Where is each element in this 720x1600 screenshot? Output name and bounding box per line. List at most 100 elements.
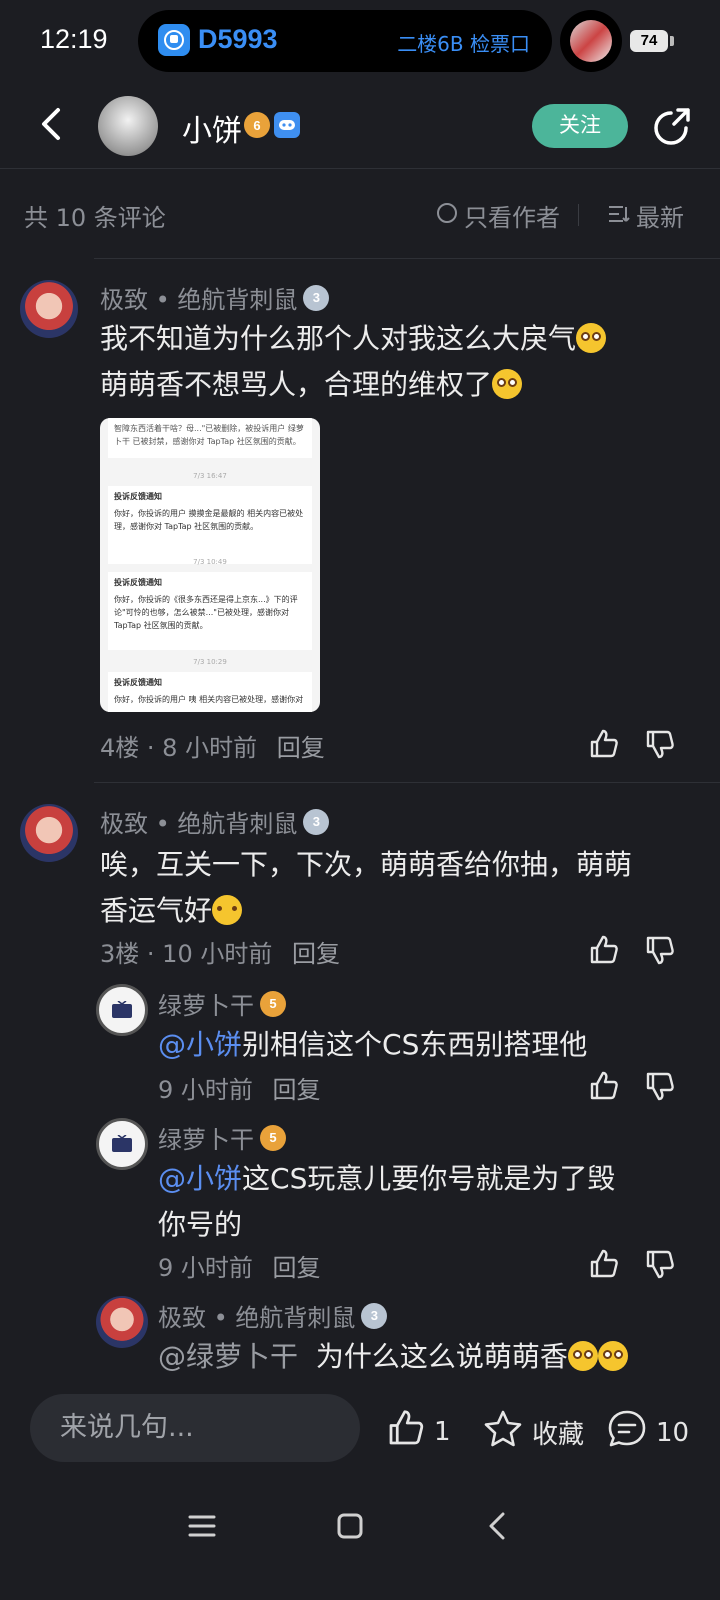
reply-avatar[interactable] [96,1118,148,1170]
reply-author[interactable]: 绿萝卜干 5 [158,1120,286,1155]
railway-app-icon [158,24,190,56]
reply-line: 为什么这么说萌萌香 [315,1340,568,1373]
level-badge: 5 [260,990,286,1017]
reply-author[interactable]: 极致 • 绝航背刺鼠 3 [158,1298,388,1333]
dislike-icon[interactable] [644,1070,676,1102]
dislike-icon[interactable] [644,1248,676,1280]
comment-author-name: 极致 • 绝航背刺鼠 [100,810,298,838]
gamepad-icon [274,112,300,138]
floor-number: 4楼 [100,734,140,762]
only-author-label: 只看作者 [464,204,560,232]
shocked-emoji-icon [492,369,523,399]
comment-bubble-icon [606,1408,648,1457]
screenshot-card: 投诉反馈通知 你好，你投诉的《很多东西还是得上京东...》下的评论"可怜的也够，… [108,572,312,650]
reply-time: 9 小时前 [158,1076,253,1104]
reply-author-name: 绿萝卜干 [158,1126,254,1154]
comment-body: 唉，互关一下，下次，萌萌香给你抽，萌萌 香运气好 [100,842,632,934]
shocked-emoji-icon [576,323,607,353]
nav-back-icon[interactable] [478,1506,518,1546]
shocked-emoji-icon [597,1341,628,1371]
reply-meta: 9 小时前 回复 [158,1248,321,1283]
comment-author[interactable]: 极致 • 绝航背刺鼠 3 [100,804,330,839]
commenter-avatar[interactable] [20,804,78,862]
screenshot-card-text: 你好，你投诉的用户 摸摸金是最靓的 相关内容已被处理，感谢你对 TapTap 社… [114,509,304,531]
like-count: 1 [434,1416,451,1447]
comments-button[interactable]: 10 [606,1408,689,1457]
comment-line: 萌萌香不想骂人，合理的维权了 [100,368,493,401]
level-badge-value: 5 [269,1130,277,1145]
battery-indicator: 74 [630,30,668,52]
mention-link[interactable]: @小饼 [158,1028,242,1061]
screenshot-timestamp: 7/3 16:47 [193,472,227,480]
screenshot-card-title: 投诉反馈通知 [114,678,162,687]
back-icon[interactable] [34,104,74,144]
reply-button[interactable]: 回复 [273,1076,321,1104]
reply-body: @小饼别相信这个CS东西别搭理他 [158,1022,587,1068]
reply-body: @小饼这CS玩意儿要你号就是为了毁 你号的 [158,1156,615,1248]
level-badge: 5 [260,1124,286,1151]
smile-emoji-icon [212,895,243,925]
comment-image-screenshot[interactable]: 智障东西活着干啥？母..."已被删除，被投诉用户 绿萝卜干 已被封禁，感谢你对 … [100,418,320,712]
live-activity-train[interactable]: D5993 二楼6B 检票口 [138,10,552,72]
favorite-button[interactable]: 收藏 [482,1408,584,1457]
reply-button[interactable]: 回复 [273,1254,321,1282]
sort-row-divider [94,258,720,259]
level-badge-value: 6 [253,117,261,133]
mention-link[interactable]: @绿萝卜干 [158,1340,298,1373]
comment-time: 8 小时前 [162,734,258,762]
reply-author-name: 极致 • 绝航背刺鼠 [158,1304,356,1332]
post-like-button[interactable]: 1 [386,1408,451,1455]
comment-count: 共 10 条评论 [24,204,166,232]
home-icon[interactable] [330,1506,370,1546]
sort-list-icon [608,202,630,230]
reply-author[interactable]: 绿萝卜干 5 [158,986,286,1021]
screenshot-top-text: 智障东西活着干啥？母..."已被删除，被投诉用户 绿萝卜干 已被封禁，感谢你对 … [108,418,312,458]
level-badge: 3 [303,808,330,835]
dislike-icon[interactable] [644,934,676,966]
status-time: 12:19 [40,24,108,54]
reply-avatar[interactable] [96,1296,148,1348]
sort-latest-label: 最新 [636,204,684,232]
star-icon [482,1408,524,1457]
screenshot-timestamp: 7/3 10:49 [193,558,227,566]
level-badge-value: 5 [269,996,277,1011]
screenshot-card-text: 你好，你投诉的《很多东西还是得上京东...》下的评论"可怜的也够，怎么被禁...… [114,595,298,630]
comment-author[interactable]: 极致 • 绝航背刺鼠 3 [100,280,330,315]
like-icon[interactable] [588,1248,620,1280]
sort-latest-button[interactable]: 最新 [608,198,684,233]
media-activity[interactable] [560,10,622,72]
train-number: D5993 [198,24,278,54]
mention-link[interactable]: @小饼 [158,1162,242,1195]
like-icon[interactable] [588,934,620,966]
reply-author-name: 绿萝卜干 [158,992,254,1020]
media-thumbnail [570,20,612,62]
dislike-icon[interactable] [644,728,676,760]
like-icon[interactable] [588,728,620,760]
comment-body: 我不知道为什么那个人对我这么大戾气 萌萌香不想骂人，合理的维权了 [100,316,607,408]
screenshot-card: 投诉反馈通知 你好，你投诉的用户 咦 相关内容已被处理，感谢你对 [108,672,312,712]
screenshot-card-title: 投诉反馈通知 [114,492,162,501]
reply-avatar[interactable] [96,984,148,1036]
page-username[interactable]: 小饼 [182,106,242,150]
follow-button[interactable]: 关注 [532,104,628,148]
reply-button[interactable]: 回复 [292,940,340,968]
screenshot-card: 投诉反馈通知 你好，你投诉的用户 摸摸金是最靓的 相关内容已被处理，感谢你对 T… [108,486,312,564]
comment-input[interactable]: 来说几句... [30,1394,360,1462]
screenshot-card-title: 投诉反馈通知 [114,578,162,587]
reply-button[interactable]: 回复 [277,734,325,762]
tv-icon [112,1135,132,1152]
radio-circle-icon [436,202,458,230]
share-icon[interactable] [650,106,692,148]
commenter-avatar[interactable] [20,280,78,338]
battery-tip [670,36,674,46]
like-icon [386,1408,426,1455]
user-avatar[interactable] [98,96,158,156]
ticket-gate-info: 二楼6B 检票口 [397,32,530,56]
tv-icon [112,1001,132,1018]
comment-meta: 3楼 · 10 小时前 回复 [100,940,340,968]
like-icon[interactable] [588,1070,620,1102]
only-author-toggle[interactable]: 只看作者 [436,198,560,233]
sort-divider [578,204,579,226]
comment-author-name: 极致 • 绝航背刺鼠 [100,286,298,314]
menu-icon[interactable] [182,1506,222,1546]
